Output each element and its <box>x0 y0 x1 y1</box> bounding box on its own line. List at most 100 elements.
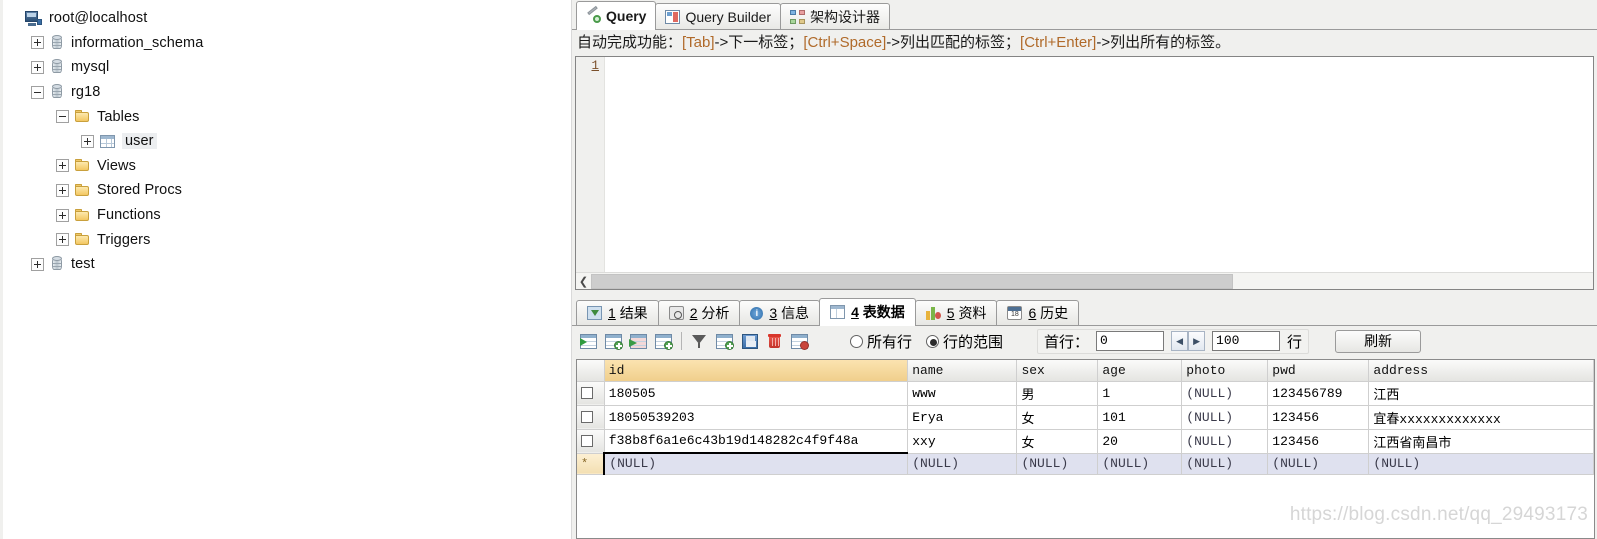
tree-expander-minus-icon[interactable] <box>56 110 69 124</box>
tree-expander-none-icon[interactable] <box>6 12 19 25</box>
refresh-button[interactable]: 刷新 <box>1335 329 1422 353</box>
tree-expander-plus-icon[interactable] <box>56 159 69 173</box>
tree-expander-minus-icon[interactable] <box>31 85 44 99</box>
duplicate-record-button[interactable] <box>651 329 676 353</box>
row-range-controls[interactable]: 首行： 0 ◀ ▶ 100 行 <box>1037 328 1310 354</box>
tree-item-mysql[interactable]: mysql <box>0 55 571 80</box>
column-header-photo[interactable]: photo <box>1181 360 1269 382</box>
tree-expander-plus-icon[interactable] <box>56 233 69 247</box>
row-count-input[interactable]: 100 <box>1212 331 1281 351</box>
cell-name[interactable]: www <box>907 381 1018 406</box>
column-header-address[interactable]: address <box>1368 360 1594 382</box>
tree-expander-plus-icon[interactable] <box>56 183 69 197</box>
cell-age[interactable]: 1 <box>1097 381 1183 406</box>
radio-row-range[interactable]: 行的范围 <box>926 331 1003 352</box>
cell-sex[interactable]: 男 <box>1016 381 1099 406</box>
sql-code-input[interactable] <box>605 57 1593 272</box>
save-button[interactable] <box>737 329 762 353</box>
data-grid-row[interactable]: 18050539203 Erya 女 101 (NULL) 123456 宜春xxxxxxx… <box>577 405 1594 430</box>
scrollbar-thumb[interactable] <box>591 273 1233 289</box>
row-select-checkbox[interactable] <box>577 381 605 406</box>
row-range-spinner[interactable]: ◀ ▶ <box>1171 331 1206 351</box>
tree-item-test[interactable]: test <box>0 252 571 277</box>
data-grid-header-row[interactable]: id name sex age photo pwd address <box>577 360 1594 382</box>
tree-expander-plus-icon[interactable] <box>81 134 94 148</box>
cell-age[interactable]: 101 <box>1097 405 1183 430</box>
editor-tab-strip[interactable]: Query Query Builder 架构设计器 <box>572 0 1597 30</box>
cell-pwd[interactable]: 123456 <box>1267 429 1370 454</box>
cell-age[interactable]: 20 <box>1097 429 1183 454</box>
cell-sex[interactable]: 女 <box>1016 429 1099 454</box>
data-grid-row[interactable]: 180505 www 男 1 (NULL) 123456789 江西 <box>577 381 1594 406</box>
new-record-button[interactable] <box>576 329 601 353</box>
insert-record-button[interactable] <box>712 329 737 353</box>
column-header-sex[interactable]: sex <box>1016 360 1099 382</box>
cell-id[interactable]: (NULL) <box>603 452 909 475</box>
column-header-age[interactable]: age <box>1097 360 1183 382</box>
cell-id[interactable]: 18050539203 <box>604 405 909 430</box>
row-select-header[interactable] <box>577 360 605 382</box>
tree-item-tables[interactable]: Tables <box>0 104 571 129</box>
editor-horizontal-scrollbar[interactable]: ❮ <box>576 272 1593 289</box>
row-checkbox[interactable] <box>581 387 593 400</box>
cancel-changes-button[interactable] <box>787 329 812 353</box>
result-tab-5[interactable]: 5 资料 <box>914 300 998 325</box>
radio-all-rows[interactable]: 所有行 <box>850 331 912 352</box>
row-scope-radio-group[interactable]: 所有行 行的范围 <box>850 331 1003 352</box>
radio-all-rows-indicator[interactable] <box>850 334 863 348</box>
result-tab-6[interactable]: 6 历史 <box>996 300 1080 325</box>
cell-id[interactable]: 180505 <box>604 381 909 406</box>
tree-expander-plus-icon[interactable] <box>31 60 44 74</box>
object-browser-tree[interactable]: root@localhost information_schema mysql rg1… <box>0 0 572 539</box>
tree-item-information-schema[interactable]: information_schema <box>0 31 571 56</box>
row-checkbox[interactable] <box>581 435 593 448</box>
cell-address[interactable]: (NULL) <box>1368 453 1594 475</box>
new-row-marker[interactable]: * <box>577 453 605 475</box>
cell-photo[interactable]: (NULL) <box>1181 453 1269 475</box>
tree-expander-plus-icon[interactable] <box>31 36 44 50</box>
data-grid[interactable]: id name sex age photo pwd address 180505 www 男 1 (… <box>576 359 1595 539</box>
cell-sex[interactable]: 女 <box>1016 405 1099 430</box>
tree-expander-plus-icon[interactable] <box>31 257 44 271</box>
cell-pwd[interactable]: 123456789 <box>1267 381 1370 406</box>
grid-toolbar[interactable]: 所有行 行的范围 首行： 0 ◀ ▶ 100 行 刷新 <box>572 326 1597 356</box>
radio-row-range-indicator[interactable] <box>926 334 940 348</box>
cell-photo[interactable]: (NULL) <box>1181 381 1269 406</box>
cell-photo[interactable]: (NULL) <box>1181 405 1269 430</box>
tree-item-views[interactable]: Views <box>0 154 571 179</box>
tree-item-rg18[interactable]: rg18 <box>0 80 571 105</box>
cell-name[interactable]: xxy <box>907 429 1018 454</box>
column-header-pwd[interactable]: pwd <box>1267 360 1370 382</box>
delete-record-button[interactable] <box>762 329 787 353</box>
cell-sex[interactable]: (NULL) <box>1016 453 1099 475</box>
data-grid-table[interactable]: id name sex age photo pwd address 180505 www 男 1 (… <box>577 360 1594 475</box>
tab-query-builder[interactable]: Query Builder <box>655 3 782 29</box>
cell-pwd[interactable]: 123456 <box>1267 405 1370 430</box>
result-tab-4[interactable]: 4 表数据 <box>819 298 916 326</box>
row-select-checkbox[interactable] <box>577 405 605 430</box>
cell-age[interactable]: (NULL) <box>1097 453 1183 475</box>
first-row-input[interactable]: 0 <box>1096 331 1165 351</box>
sql-editor[interactable]: 1 ❮ <box>575 56 1594 290</box>
cell-photo[interactable]: (NULL) <box>1181 429 1269 454</box>
tree-item-functions[interactable]: Functions <box>0 203 571 228</box>
cell-id[interactable]: f38b8f6a1e6c43b19d148282c4f9f48a <box>604 429 909 454</box>
tree-expander-plus-icon[interactable] <box>56 208 69 222</box>
export-record-button[interactable] <box>626 329 651 353</box>
tab-schema-designer[interactable]: 架构设计器 <box>780 3 891 29</box>
result-tab-2[interactable]: 2 分析 <box>657 300 741 325</box>
row-select-checkbox[interactable] <box>577 429 605 454</box>
column-header-id[interactable]: id <box>604 360 909 382</box>
cell-address[interactable]: 江西省南昌市 <box>1368 429 1594 454</box>
cell-address[interactable]: 江西 <box>1368 381 1594 406</box>
cell-address[interactable]: 宜春xxxxxxxxxxxxx <box>1368 405 1594 430</box>
tab-query[interactable]: Query <box>576 1 657 30</box>
result-tab-strip[interactable]: 1 结果2 分析i3 信息4 表数据5 资料6 历史 <box>572 297 1597 326</box>
apply-changes-button[interactable] <box>601 329 626 353</box>
tree-item-user[interactable]: user <box>0 129 571 154</box>
tree-item-stored-procs[interactable]: Stored Procs <box>0 178 571 203</box>
tree-item-root-localhost[interactable]: root@localhost <box>0 6 571 31</box>
result-tab-1[interactable]: 1 结果 <box>576 300 659 325</box>
cell-name[interactable]: (NULL) <box>907 453 1018 475</box>
filter-button[interactable] <box>687 329 712 353</box>
